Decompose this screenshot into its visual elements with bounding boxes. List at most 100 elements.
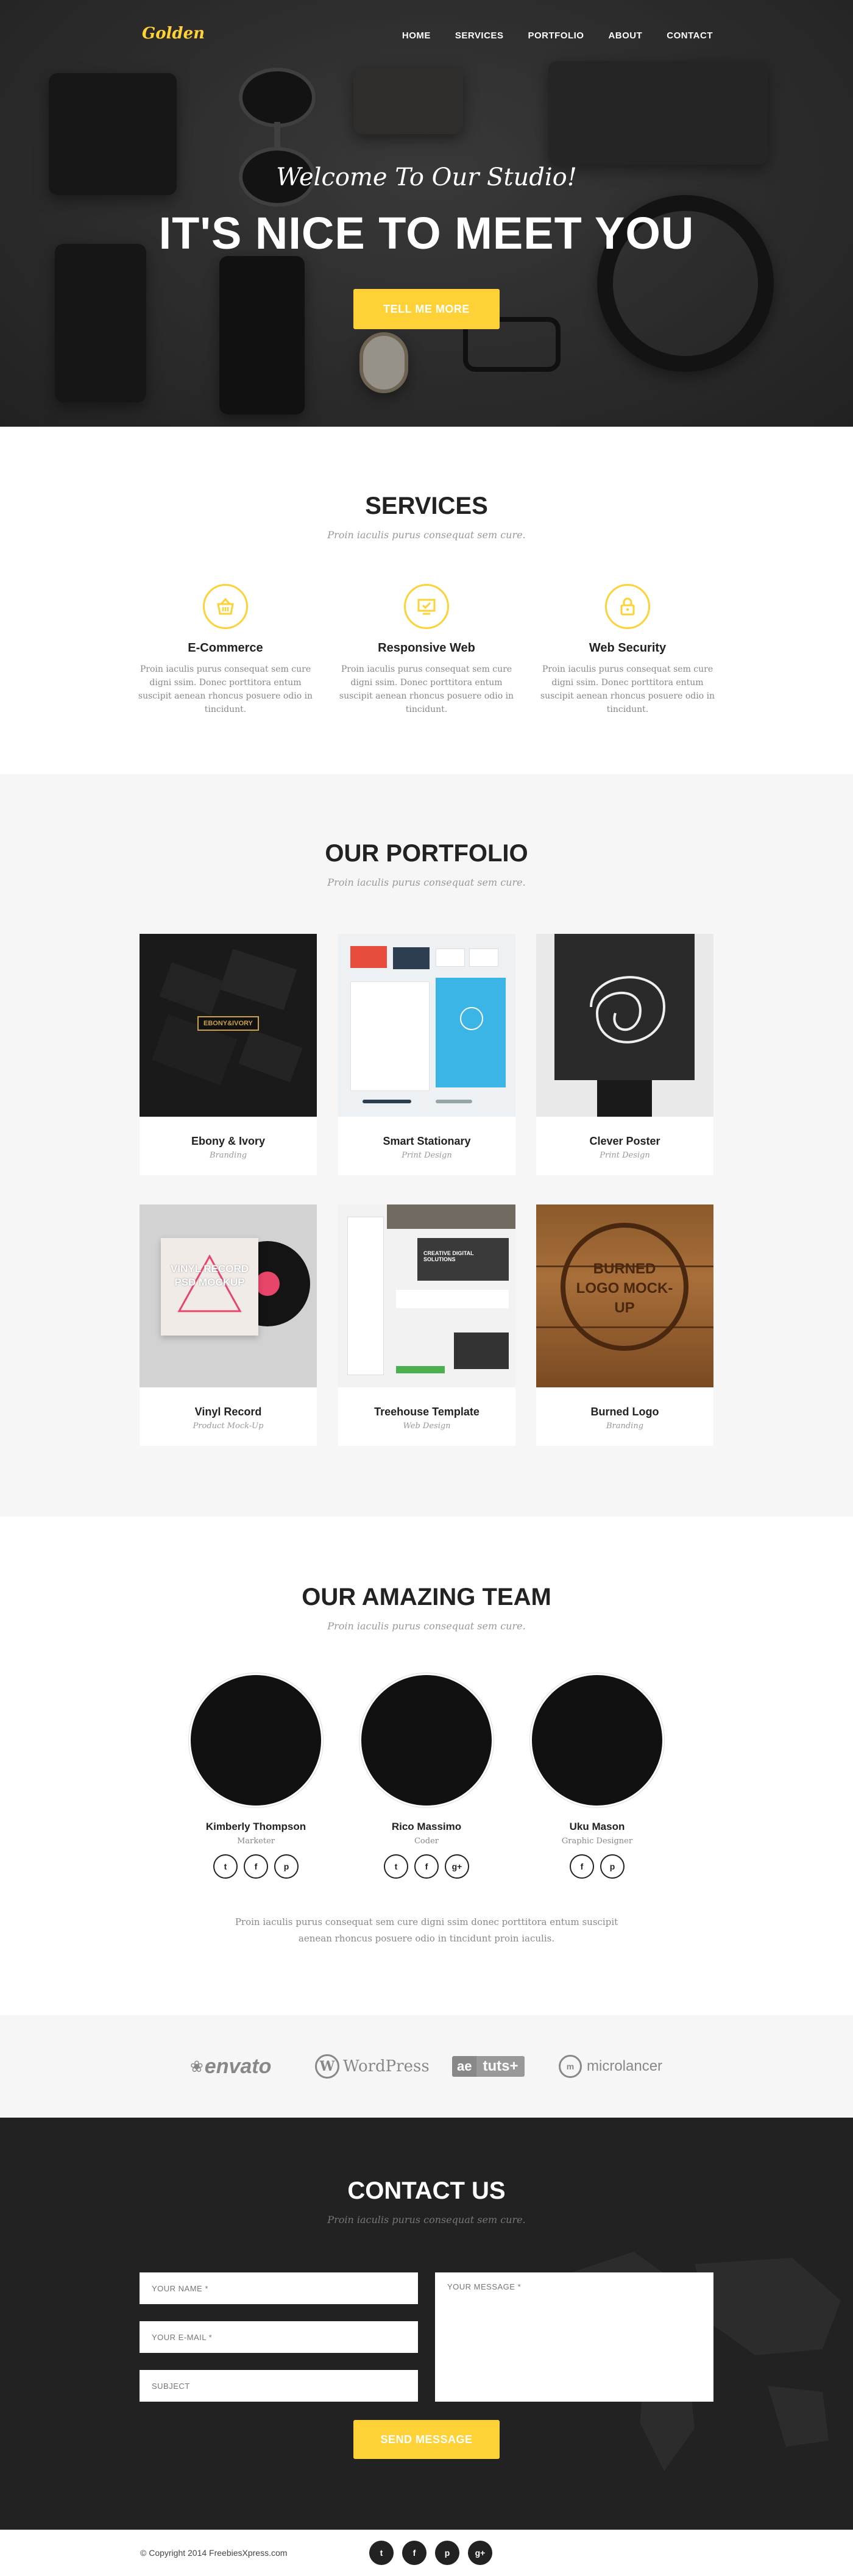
treehouse-hero-text: CREATIVE DIGITAL SOLUTIONS <box>423 1250 474 1262</box>
client-logo-microlancer[interactable]: m microlancer <box>559 2053 662 2080</box>
client-name: tuts+ <box>476 2056 525 2077</box>
responsive-screen-icon <box>404 584 449 629</box>
avatar <box>530 1673 664 1807</box>
avatar <box>359 1673 494 1807</box>
team-member: Uku Mason Graphic Designer f p <box>518 1673 676 1879</box>
twitter-icon[interactable]: t <box>384 1854 408 1879</box>
team-member: Kimberly Thompson Marketer t f p <box>177 1673 335 1879</box>
team-member: Rico Massimo Coder t f g+ <box>347 1673 506 1879</box>
team-title: OUR AMAZING TEAM <box>302 1584 551 1610</box>
portfolio-item[interactable]: Smart Stationary Print Design <box>338 934 515 1175</box>
google-plus-icon[interactable]: g+ <box>468 2541 492 2565</box>
hero-title: IT'S NICE TO MEET YOU <box>158 208 695 258</box>
shopping-basket-icon <box>203 584 248 629</box>
lock-icon <box>605 584 650 629</box>
footer: © Copyright 2014 FreebiesXpress.com t f … <box>0 2530 853 2576</box>
google-plus-icon[interactable]: g+ <box>445 1854 469 1879</box>
service-title: E-Commerce <box>188 641 263 655</box>
hero-subtitle: Welcome To Our Studio! <box>276 163 577 191</box>
portfolio-image-smart-stationary <box>338 934 515 1117</box>
team-member-name: Uku Mason <box>569 1821 625 1832</box>
pinterest-icon[interactable]: p <box>435 2541 459 2565</box>
contact-title: CONTACT US <box>347 2177 506 2204</box>
nav-portfolio[interactable]: PORTFOLIO <box>528 30 584 41</box>
portfolio-item-category: Branding <box>606 1421 644 1431</box>
portfolio-item[interactable]: BURNED LOGO MOCK-UP Burned Logo Branding <box>536 1204 713 1446</box>
service-web-security: Web Security Proin iaculis purus consequ… <box>536 584 719 716</box>
nav-about[interactable]: ABOUT <box>608 30 642 41</box>
team-description: Proin iaculis purus consequat sem cure d… <box>235 1916 618 1944</box>
main-nav: HOME SERVICES PORTFOLIO ABOUT CONTACT <box>402 30 713 41</box>
client-logo-wordpress[interactable]: W WordPress <box>315 2053 430 2080</box>
portfolio-item-category: Print Design <box>600 1151 650 1160</box>
vinyl-record-cover-text: VINYL RECORD PSD MOCKUP <box>170 1263 249 1288</box>
portfolio-image-burned-logo: BURNED LOGO MOCK-UP <box>536 1204 713 1387</box>
nav-home[interactable]: HOME <box>402 30 431 41</box>
portfolio-image-vinyl-record: VINYL RECORD PSD MOCKUP <box>140 1204 317 1387</box>
pinterest-icon[interactable]: p <box>600 1854 625 1879</box>
ae-badge-icon: ae <box>452 2056 477 2077</box>
portfolio-image-ebony-ivory: EBONY&IVORY <box>140 934 317 1117</box>
message-field[interactable] <box>435 2272 713 2402</box>
twitter-icon[interactable]: t <box>213 1854 238 1879</box>
portfolio-item-category: Branding <box>209 1151 247 1160</box>
portfolio-item[interactable]: Clever Poster Print Design <box>536 934 713 1175</box>
portfolio-item[interactable]: EBONY&IVORY Ebony & Ivory Branding <box>140 934 317 1175</box>
client-name: envato <box>204 2054 272 2078</box>
service-text: Proin iaculis purus consequat sem cure d… <box>540 664 715 714</box>
service-title: Responsive Web <box>378 641 475 655</box>
email-field[interactable] <box>140 2321 418 2353</box>
team-member-role: Marketer <box>237 1837 275 1846</box>
facebook-icon[interactable]: f <box>414 1854 439 1879</box>
wordpress-icon: W <box>315 2054 339 2079</box>
twitter-icon[interactable]: t <box>369 2541 394 2565</box>
services-title: SERVICES <box>365 493 488 519</box>
portfolio-item[interactable]: VINYL RECORD PSD MOCKUP Vinyl Record Pro… <box>140 1204 317 1446</box>
portfolio-item-category: Web Design <box>403 1421 451 1431</box>
team-member-role: Coder <box>414 1837 439 1846</box>
portfolio-item[interactable]: CREATIVE DIGITAL SOLUTIONS Treehouse Tem… <box>338 1204 515 1446</box>
name-field[interactable] <box>140 2272 418 2304</box>
services-subtitle: Proin iaculis purus consequat sem cure. <box>327 529 526 541</box>
portfolio-item-category: Product Mock-Up <box>193 1421 264 1431</box>
portfolio-subtitle: Proin iaculis purus consequat sem cure. <box>327 877 526 888</box>
portfolio-item-category: Print Design <box>402 1151 452 1160</box>
service-text: Proin iaculis purus consequat sem cure d… <box>339 664 514 714</box>
team-member-socials: t f g+ <box>347 1854 506 1879</box>
send-message-button[interactable]: SEND MESSAGE <box>353 2420 500 2459</box>
pinterest-icon[interactable]: p <box>274 1854 299 1879</box>
nav-services[interactable]: SERVICES <box>455 30 504 41</box>
site-logo[interactable]: Golden <box>142 24 205 43</box>
client-name: WordPress <box>343 2057 430 2076</box>
client-logo-envato[interactable]: ❀ envato <box>190 2053 271 2080</box>
copyright-text: © Copyright 2014 FreebiesXpress.com <box>140 2548 288 2558</box>
facebook-icon[interactable]: f <box>244 1854 268 1879</box>
client-logo-tuts[interactable]: ae tuts+ <box>452 2053 525 2080</box>
nav-contact[interactable]: CONTACT <box>667 30 713 41</box>
portfolio-item-title: Vinyl Record <box>194 1406 262 1418</box>
service-title: Web Security <box>589 641 667 655</box>
tell-me-more-button[interactable]: TELL ME MORE <box>353 289 500 329</box>
team-member-name: Kimberly Thompson <box>205 1821 306 1832</box>
team-member-socials: t f p <box>177 1854 335 1879</box>
facebook-icon[interactable]: f <box>570 1854 594 1879</box>
team-subtitle: Proin iaculis purus consequat sem cure. <box>327 1620 526 1632</box>
portfolio-item-title: Clever Poster <box>589 1135 660 1147</box>
avatar <box>189 1673 323 1807</box>
portfolio-image-treehouse-template: CREATIVE DIGITAL SOLUTIONS <box>338 1204 515 1387</box>
hero-section: Golden HOME SERVICES PORTFOLIO ABOUT CON… <box>0 0 853 427</box>
burned-logo-stamp-text: BURNED LOGO MOCK-UP <box>576 1261 673 1316</box>
portfolio-item-title: Treehouse Template <box>374 1406 480 1418</box>
portfolio-item-title: Ebony & Ivory <box>191 1135 266 1147</box>
team-member-role: Graphic Designer <box>561 1837 633 1846</box>
portfolio-item-title: Smart Stationary <box>383 1135 471 1147</box>
microlancer-icon: m <box>559 2055 582 2078</box>
client-name: microlancer <box>587 2058 663 2074</box>
portfolio-item-title: Burned Logo <box>590 1406 659 1418</box>
subject-field[interactable] <box>140 2370 418 2402</box>
facebook-icon[interactable]: f <box>402 2541 426 2565</box>
portfolio-title: OUR PORTFOLIO <box>325 840 528 867</box>
contact-subtitle: Proin iaculis purus consequat sem cure. <box>327 2214 526 2226</box>
service-text: Proin iaculis purus consequat sem cure d… <box>138 664 313 714</box>
team-member-name: Rico Massimo <box>391 1821 462 1832</box>
